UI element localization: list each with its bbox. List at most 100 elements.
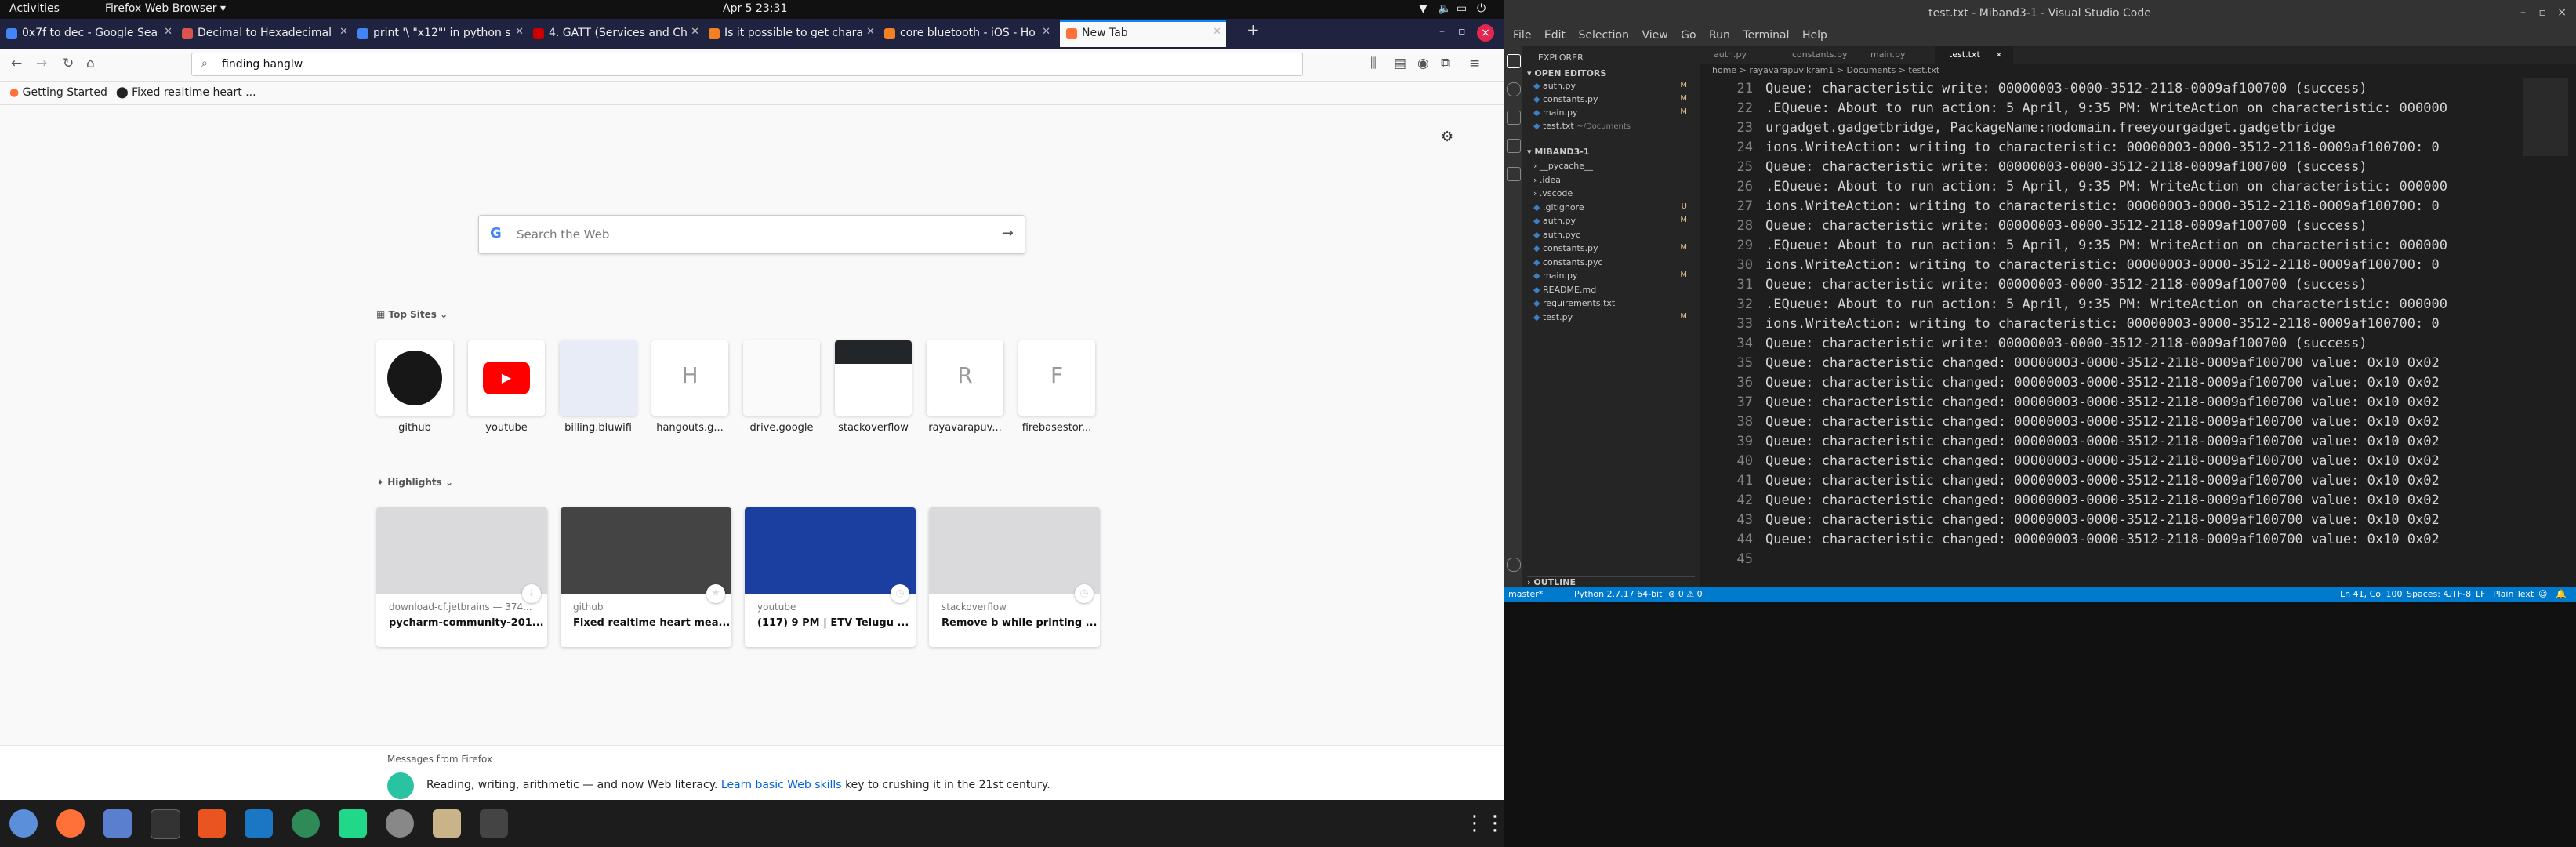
browser-tab[interactable]: 0x7f to dec - Google Sea ✕ [0, 22, 177, 45]
file-tree-item[interactable]: › __pycache__ [1533, 161, 1695, 171]
editor-tab[interactable]: auth.py [1700, 46, 1778, 64]
highlights-header[interactable]: ✦ Highlights ⌄ [376, 477, 453, 488]
language-mode[interactable]: Plain Text [2493, 589, 2534, 599]
highlight-card[interactable]: ★ github Fixed realtime heart mea... [561, 507, 731, 647]
file-tree-item[interactable]: ◆ auth.py M [1533, 216, 1695, 226]
open-editor-item[interactable]: ◆ auth.py M [1533, 81, 1695, 91]
explorer-icon[interactable] [1507, 54, 1521, 68]
breadcrumb[interactable]: home > rayavarapuvikram1 > Documents > t… [1700, 64, 2576, 78]
menu-file[interactable]: File [1513, 29, 1531, 42]
search-box[interactable]: G Search the Web → [478, 215, 1025, 254]
arrow-right-icon[interactable]: → [1002, 225, 1014, 242]
browser-tab[interactable]: New Tab ✕ [1060, 20, 1226, 47]
manage-gear-icon[interactable] [1507, 558, 1521, 572]
encoding[interactable]: UTF-8 [2446, 589, 2471, 599]
close-tab-icon[interactable]: ✕ [1213, 26, 1221, 38]
open-editor-item[interactable]: ◆ test.txt ~/Documents [1533, 121, 1695, 131]
browser-tab[interactable]: print '\ "x12"' in python s ✕ [351, 22, 528, 45]
top-site-tile[interactable]: Rrayavarapuv... [927, 340, 1003, 434]
top-site-tile[interactable]: drive.google [743, 340, 820, 434]
battery-icon[interactable]: ▭ [1457, 2, 1467, 15]
highlight-card[interactable]: ↓ download-cf.jetbrains — 374... pycharm-c… [376, 507, 547, 647]
open-editors-header[interactable]: ▾ OPEN EDITORS [1527, 68, 1606, 78]
top-site-tile[interactable]: billing.bluwifi [560, 340, 637, 434]
maximize-icon[interactable]: ▫ [1458, 25, 1466, 38]
power-menu-icon[interactable]: ⏻ [1477, 2, 1486, 15]
url-bar[interactable]: ⌕ finding hanglw [191, 53, 1303, 76]
menu-selection[interactable]: Selection [1578, 29, 1629, 42]
archive-icon[interactable] [433, 809, 461, 838]
cursor-position[interactable]: Ln 41, Col 100 [2340, 589, 2403, 599]
account-icon[interactable]: ◉ [1417, 56, 1429, 71]
search-icon[interactable] [1507, 82, 1521, 96]
show-apps-grid-icon[interactable]: ⋮⋮ [1464, 809, 1505, 838]
outline-header[interactable]: › OUTLINE [1527, 576, 1695, 587]
menu-help[interactable]: Help [1802, 29, 1827, 42]
close-tab-icon[interactable]: ✕ [1042, 26, 1050, 38]
highlight-card[interactable]: ◷ youtube (117) 9 PM | ETV Telugu ... [745, 507, 916, 647]
home-icon[interactable]: ⌂ [86, 56, 95, 71]
reload-icon[interactable]: ↻ [63, 56, 74, 71]
top-site-tile[interactable]: github [376, 340, 453, 434]
menu-terminal[interactable]: Terminal [1743, 29, 1789, 42]
software-icon[interactable] [198, 809, 226, 838]
menu-run[interactable]: Run [1709, 29, 1730, 42]
top-site-tile[interactable]: Hhangouts.g... [651, 340, 728, 434]
chromium-icon[interactable] [9, 809, 38, 838]
sidebar-icon[interactable]: ▤ [1394, 56, 1406, 71]
back-icon[interactable]: ← [11, 56, 22, 71]
problems-count[interactable]: ⊗ 0 ⚠ 0 [1668, 589, 1703, 599]
notifications-icon[interactable]: 🔔 [2556, 589, 2567, 599]
eol[interactable]: LF [2476, 589, 2485, 599]
maps-icon[interactable] [292, 809, 320, 838]
top-sites-header[interactable]: ▦ Top Sites ⌄ [376, 309, 448, 320]
top-site-tile[interactable]: stackoverflow [835, 340, 912, 434]
file-tree-item[interactable]: ◆ .gitignore U [1533, 202, 1695, 213]
vscode-icon[interactable] [245, 809, 273, 838]
forward-icon[interactable]: → [36, 56, 47, 71]
top-site-tile[interactable]: ▶ youtube [468, 340, 545, 434]
menu-edit[interactable]: Edit [1544, 29, 1566, 42]
maximize-icon[interactable]: ▫ [2539, 6, 2547, 19]
new-tab-button[interactable]: + [1246, 20, 1260, 39]
bookmark-fixed-heart[interactable]: ⬤ Fixed realtime heart ... [116, 86, 256, 99]
file-tree-item[interactable]: ◆ auth.pyc [1533, 230, 1695, 240]
minimap[interactable] [2523, 78, 2568, 156]
file-tree-item[interactable]: ◆ requirements.txt [1533, 298, 1695, 308]
source-control-icon[interactable] [1507, 111, 1521, 125]
editor-tab[interactable]: constants.py [1778, 46, 1856, 64]
highlight-card[interactable]: ◷ stackoverflow Remove b while printing ..… [929, 507, 1100, 647]
close-tab-icon[interactable]: ✕ [339, 26, 348, 38]
open-editor-item[interactable]: ◆ main.py M [1533, 107, 1695, 118]
file-tree-item[interactable]: ◆ constants.pyc [1533, 257, 1695, 267]
file-tree-item[interactable]: ◆ README.md [1533, 285, 1695, 295]
close-tab-icon[interactable]: × [1995, 49, 2002, 60]
close-tab-icon[interactable]: ✕ [691, 26, 699, 38]
close-window-icon[interactable]: × [2557, 6, 2567, 19]
settings-gear-icon[interactable]: ⚙ [1441, 129, 1453, 145]
minimize-icon[interactable]: – [2520, 6, 2526, 19]
clock[interactable]: Apr 5 23:31 [723, 2, 787, 15]
feedback-icon[interactable]: ☺ [2538, 589, 2547, 599]
menu-go[interactable]: Go [1681, 29, 1696, 42]
run-debug-icon[interactable] [1507, 139, 1521, 153]
editor-tab[interactable]: main.py [1856, 46, 1935, 64]
bookmark-getting-started[interactable]: ● Getting Started [9, 86, 107, 99]
browser-tab[interactable]: Is it possible to get chara ✕ [702, 22, 880, 45]
browser-tab[interactable]: core bluetooth - iOS - Ho ✕ [878, 22, 1055, 45]
files-icon[interactable] [103, 809, 132, 838]
browser-tab[interactable]: Decimal to Hexadecimal ✕ [176, 22, 353, 45]
file-tree-item[interactable]: › .vscode [1533, 188, 1695, 198]
extension-icon[interactable]: ⧉ [1441, 56, 1450, 71]
firefox-icon[interactable] [56, 809, 85, 838]
close-tab-icon[interactable]: ✕ [515, 26, 524, 38]
file-tree-item[interactable]: ◆ main.py M [1533, 271, 1695, 281]
learn-web-skills-link[interactable]: Learn basic Web skills [721, 779, 842, 791]
close-window-icon[interactable]: × [1477, 24, 1494, 42]
terminal-icon[interactable] [151, 809, 180, 839]
editor-tab[interactable]: test.txt × [1935, 46, 2013, 64]
minimize-icon[interactable]: – [1439, 25, 1445, 38]
library-icon[interactable]: ⫼ [1370, 56, 1377, 71]
open-editor-item[interactable]: ◆ constants.py M [1533, 94, 1695, 104]
app-menu[interactable]: Firefox Web Browser ▾ [105, 2, 226, 15]
